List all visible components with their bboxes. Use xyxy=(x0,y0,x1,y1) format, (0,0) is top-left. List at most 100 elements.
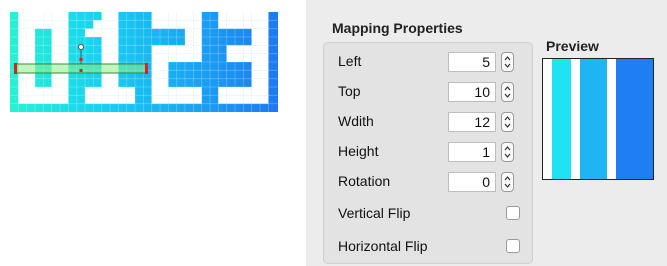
digit-pixel xyxy=(243,45,252,54)
digit-pixel xyxy=(18,78,27,87)
mapping-properties-box: Left 5 Top 10 Wdith 12 Height 1 Rotation… xyxy=(323,42,533,264)
digit-pixel xyxy=(235,53,244,62)
digit-pixel xyxy=(260,12,269,21)
stepper-arrows-icon xyxy=(504,56,511,68)
digit-pixel xyxy=(110,78,119,87)
digit-pixel xyxy=(51,45,60,54)
digit-pixel xyxy=(51,28,60,37)
width-stepper[interactable] xyxy=(501,112,514,132)
preview-stripe xyxy=(588,59,599,179)
digit-pixel xyxy=(260,87,269,96)
digit-pixel xyxy=(51,87,60,96)
digit-pixel xyxy=(93,87,102,96)
top-input[interactable]: 10 xyxy=(448,82,496,102)
digit-pixel xyxy=(260,53,269,62)
preview-stripe xyxy=(543,59,553,179)
digit-pixel xyxy=(176,95,185,104)
digit-pixel xyxy=(101,28,110,37)
digit-pixel xyxy=(193,12,202,21)
width-label: Wdith xyxy=(338,113,374,129)
height-input[interactable]: 1 xyxy=(448,142,496,162)
digit-pixel xyxy=(251,95,260,104)
digit-pixel xyxy=(218,87,227,96)
top-label: Top xyxy=(338,83,361,99)
digit-pixel xyxy=(185,12,194,21)
vertical-flip-checkbox[interactable] xyxy=(506,206,520,220)
digit-pixel xyxy=(85,95,94,104)
digit-pixel xyxy=(18,53,27,62)
digit-pixel xyxy=(60,45,69,54)
digit-pixel xyxy=(93,20,102,29)
digit-pixel xyxy=(35,87,44,96)
digit-pixel xyxy=(26,28,35,37)
digit-pixel xyxy=(151,45,160,54)
digit-pixel xyxy=(168,12,177,21)
horizontal-flip-label: Horizontal Flip xyxy=(338,238,428,254)
digit-pixel xyxy=(251,37,260,46)
digit-pixel xyxy=(26,95,35,104)
digit-pixel xyxy=(118,87,127,96)
digit-pixel xyxy=(226,53,235,62)
digit-pixel xyxy=(160,20,169,29)
digit-pixel xyxy=(35,95,44,104)
digit-pixel xyxy=(193,20,202,29)
led-grid-canvas[interactable] xyxy=(10,12,278,112)
digit-pixel xyxy=(118,95,127,104)
digit-pixel xyxy=(26,12,35,21)
digit-pixel xyxy=(260,78,269,87)
digit-pixel xyxy=(151,95,160,104)
digit-pixel xyxy=(60,12,69,21)
digit-pixel xyxy=(160,45,169,54)
digit-pixel xyxy=(251,70,260,79)
digit-pixel xyxy=(226,45,235,54)
digit-pixel xyxy=(251,12,260,21)
left-input[interactable]: 5 xyxy=(448,52,496,72)
preview-stripe xyxy=(607,59,617,179)
rotation-stepper[interactable] xyxy=(501,172,514,192)
stepper-arrows-icon xyxy=(504,146,511,158)
digit-pixel xyxy=(251,45,260,54)
width-input[interactable]: 12 xyxy=(448,112,496,132)
digit-pixel xyxy=(235,12,244,21)
digit-pixel xyxy=(151,12,160,21)
digit-pixel xyxy=(60,95,69,104)
digit-pixel xyxy=(168,53,177,62)
digit-pixel xyxy=(151,53,160,62)
preview-stripe xyxy=(616,59,626,179)
digit-pixel xyxy=(168,45,177,54)
preview-stripe xyxy=(579,59,589,179)
digit-pixel xyxy=(151,70,160,79)
digit-pixel xyxy=(185,20,194,29)
digit-pixel xyxy=(193,45,202,54)
height-stepper[interactable] xyxy=(501,142,514,162)
digit-pixel xyxy=(176,20,185,29)
digit-pixel xyxy=(243,87,252,96)
digit-pixel xyxy=(51,95,60,104)
preview-stripe xyxy=(552,59,562,179)
digit-pixel xyxy=(110,37,119,46)
digit-pixel xyxy=(193,87,202,96)
rotation-input[interactable]: 0 xyxy=(448,172,496,192)
digit-pixel xyxy=(26,53,35,62)
horizontal-flip-checkbox[interactable] xyxy=(506,239,520,253)
digit-pixel xyxy=(185,95,194,104)
digit-pixel xyxy=(35,20,44,29)
digit-pixel xyxy=(218,20,227,29)
digit-pixel xyxy=(126,95,135,104)
top-stepper[interactable] xyxy=(501,82,514,102)
digit-pixel xyxy=(18,95,27,104)
digit-pixel xyxy=(60,20,69,29)
digit-pixel xyxy=(26,20,35,29)
mapping-properties-title: Mapping Properties xyxy=(332,20,463,36)
digit-pixel xyxy=(243,20,252,29)
digit-pixel xyxy=(168,87,177,96)
digit-pixel xyxy=(60,78,69,87)
selection-mid-handle xyxy=(79,58,83,61)
digit-pixel xyxy=(60,53,69,62)
digit-pixel xyxy=(85,28,94,37)
digit-pixel xyxy=(51,37,60,46)
digit-pixel xyxy=(226,20,235,29)
digit-pixel xyxy=(110,87,119,96)
left-stepper[interactable] xyxy=(501,52,514,72)
digit-pixel xyxy=(101,37,110,46)
